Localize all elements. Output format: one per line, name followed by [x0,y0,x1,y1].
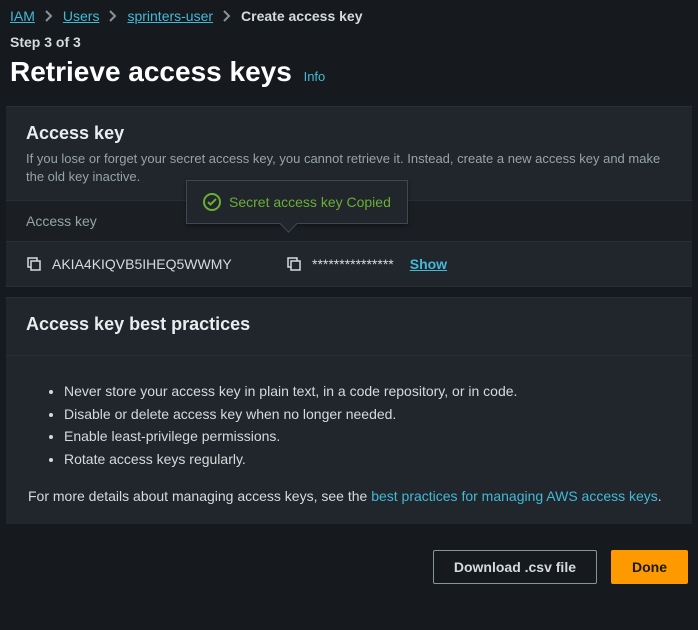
best-practices-link[interactable]: best practices for managing AWS access k… [371,488,658,504]
list-item: Disable or delete access key when no lon… [64,403,670,425]
best-practices-card: Access key best practices Never store yo… [6,297,692,524]
download-csv-button[interactable]: Download .csv file [433,550,597,584]
breadcrumb: IAM Users sprinters-user Create access k… [0,0,698,30]
list-item: Never store your access key in plain tex… [64,380,670,402]
access-key-value: AKIA4KIQVB5IHEQ5WWMY [52,256,232,272]
copy-icon[interactable] [26,256,42,272]
footer-actions: Download .csv file Done [0,534,698,600]
chevron-right-icon [109,10,117,22]
list-item: Rotate access keys regularly. [64,448,670,470]
check-circle-icon [203,193,221,211]
breadcrumb-iam[interactable]: IAM [10,8,35,24]
best-practices-body: Never store your access key in plain tex… [6,355,692,524]
copied-tooltip: Secret access key Copied [186,180,408,224]
table-row: AKIA4KIQVB5IHEQ5WWMY *************** Sho… [6,242,692,287]
chevron-right-icon [45,10,53,22]
tooltip-text: Secret access key Copied [229,194,391,210]
access-key-card: Access key If you lose or forget your se… [6,106,692,287]
breadcrumb-users[interactable]: Users [63,8,100,24]
step-indicator: Step 3 of 3 [0,30,698,56]
list-item: Enable least-privilege permissions. [64,425,670,447]
show-secret-link[interactable]: Show [410,256,447,272]
breadcrumb-user-detail[interactable]: sprinters-user [127,8,213,24]
breadcrumb-current: Create access key [241,8,362,24]
copy-icon[interactable] [286,256,302,272]
best-practices-list: Never store your access key in plain tex… [64,380,670,470]
page-title: Retrieve access keys Info [0,56,698,96]
chevron-right-icon [223,10,231,22]
access-key-title: Access key [26,123,672,144]
secret-key-masked: *************** [312,256,394,272]
best-practices-more: For more details about managing access k… [28,488,670,504]
info-link[interactable]: Info [304,69,326,84]
card-header: Access key best practices [6,298,692,355]
best-practices-title: Access key best practices [26,314,672,335]
done-button[interactable]: Done [611,550,688,584]
